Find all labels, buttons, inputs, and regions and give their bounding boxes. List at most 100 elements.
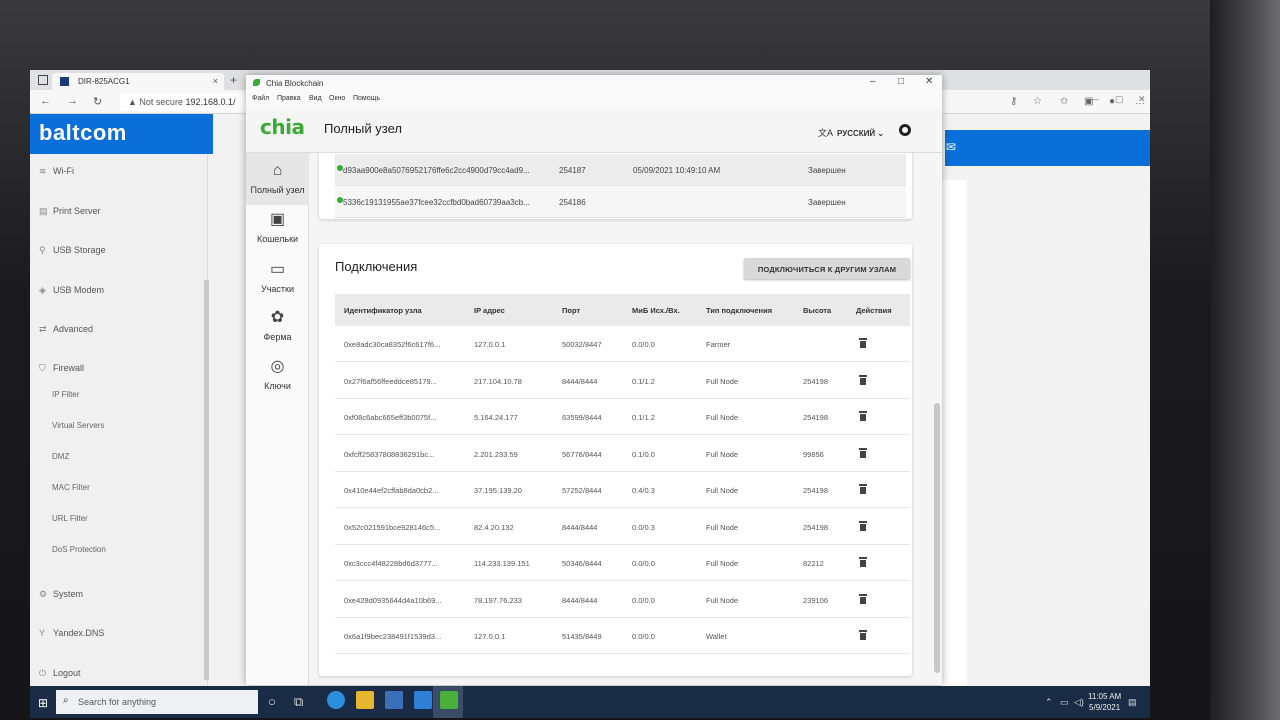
table-row[interactable]: 0xf08c6abc665eff3b0075f... 5.164.24.177 63… [335,399,910,435]
sidebar-item-print-server[interactable]: ▤ Print Server [30,206,208,216]
col-type[interactable]: Тип подключения [706,306,772,315]
volume-icon[interactable]: ◁) [1074,697,1084,708]
delete-icon[interactable] [859,520,867,531]
minimize-icon[interactable]: – [870,76,876,87]
forward-arrow-icon[interactable]: → [67,95,78,107]
table-row[interactable]: 0x410e44ef2cffab8da0cb2... 37.195.139.20 5… [335,472,910,508]
browser-tab[interactable]: DIR-825ACG1 × [52,73,224,90]
sidebar-item-usb-storage[interactable]: ⚲ USB Storage [30,245,208,255]
cell-height: 254198 [803,522,829,532]
menu-view[interactable]: Вид [309,95,322,102]
delete-icon[interactable] [859,630,867,640]
delete-icon[interactable] [859,593,867,604]
favorite-star-icon[interactable]: ☆ [1033,96,1042,107]
cell-ip-address: 217.104.10.78 [474,376,522,386]
sidebar-sub-dmz[interactable]: DMZ [52,452,69,461]
table-row[interactable]: 0xfcff25837808836291bc... 2.201.233.59 567… [335,436,910,472]
task-view-icon[interactable]: ⧉ [294,694,303,710]
sidebar-item-yandex-dns[interactable]: Y Yandex.DNS [30,628,208,638]
tab-actions-icon[interactable] [38,75,48,85]
taskbar-clock[interactable]: 11:05 AM 5/9/2021 [1088,691,1121,713]
block-row[interactable]: 5336c19131955ae37fcee32ccfbd0bad60739aa3… [335,186,906,218]
tray-chevron-icon[interactable]: ⌃ [1045,697,1053,708]
menu-edit[interactable]: Правка [277,95,301,102]
new-tab-icon[interactable]: + [230,73,237,87]
col-height[interactable]: Высота [803,306,831,315]
menu-help[interactable]: Помощь [353,95,380,102]
sidebar-item-system[interactable]: ⚙ System [30,589,208,599]
sidebar-item-firewall[interactable]: ⛉ Firewall [30,363,208,373]
dlink-favicon-icon [60,77,69,86]
chia-scrollbar[interactable] [934,403,940,673]
nav-keys[interactable]: ◎ Ключи [246,356,309,391]
back-arrow-icon[interactable]: ← [40,95,51,107]
modem-icon: ◈ [39,285,46,295]
edge-icon[interactable] [327,691,345,709]
maximize-icon[interactable]: ▢ [1115,94,1124,105]
sidebar-item-advanced[interactable]: ⇄ Advanced [30,324,208,334]
table-row[interactable]: 0xe428d0935644d4a10b69... 78.197.76.233 84… [335,582,910,618]
theme-toggle-icon[interactable] [899,124,911,136]
collections-icon[interactable]: ✩ [1060,96,1068,107]
col-ip[interactable]: IP адрес [474,306,505,315]
nav-plots[interactable]: ▭ Участки [246,259,309,294]
chia-app-icon[interactable] [440,691,458,709]
delete-icon[interactable] [859,374,867,385]
sidebar-item-usb-modem[interactable]: ◈ USB Modem [30,285,208,295]
menu-file[interactable]: Файл [252,95,269,102]
cell-port: 8444/8444 [562,522,598,532]
sidebar-sub-mac-filter[interactable]: MAC Filter [52,483,90,492]
maximize-icon[interactable]: □ [898,76,904,87]
col-node-id[interactable]: Идентификатор узла [344,306,422,315]
cell-ip-address: 127.0.0.1 [474,632,506,641]
store-icon[interactable] [385,691,403,709]
cell-node-id: 0xf08c6abc665eff3b0075f... [344,413,437,422]
delete-icon[interactable] [859,447,867,458]
mail-app-icon[interactable] [414,691,432,709]
notifications-icon[interactable]: ▤ [1128,697,1137,708]
file-explorer-icon[interactable] [356,691,374,709]
block-row[interactable]: d93aa900e8a5076952176ffe6c2cc4900d79cc4a… [335,154,906,186]
minimize-icon[interactable]: — [1090,94,1099,104]
delete-icon[interactable] [859,411,867,421]
connect-other-nodes-button[interactable]: ПОДКЛЮЧИТЬСЯ К ДРУГИМ УЗЛАМ [744,258,910,279]
key-icon[interactable]: ⚷ [1010,96,1017,107]
block-state: Завершен [808,166,846,175]
taskbar-search-input[interactable]: ⌕ Search for anything [56,690,258,714]
table-row[interactable]: 0xc3ccc4f48228bd6d3777... 114.233.139.151… [335,545,910,581]
table-row[interactable]: 0xe8adc30ca8352f6c617f6... 127.0.0.1 50032… [335,326,910,362]
delete-icon[interactable] [859,557,867,567]
windows-start-icon[interactable]: ⊞ [38,696,48,710]
network-icon[interactable]: ▭ [1060,697,1069,708]
close-tab-icon[interactable]: × [213,76,218,86]
chia-content: d93aa900e8a5076952176ffe6c2cc4900d79cc4a… [309,153,942,685]
nav-full-node[interactable]: ⌂ Полный узел [246,153,309,205]
reload-icon[interactable]: ↻ [93,95,102,108]
delete-icon[interactable] [859,338,867,348]
sidebar-sub-ip-filter[interactable]: IP Filter [52,390,79,399]
sidebar-sub-url-filter[interactable]: URL Filter [52,514,88,523]
table-row[interactable]: 0x27f6af56ffeeddce85179... 217.104.10.78 8… [335,363,910,399]
delete-icon[interactable] [859,484,867,494]
language-select[interactable]: 文A РУССКИЙ ⌄ [818,126,884,139]
nav-farm[interactable]: ✿ Ферма [246,307,309,342]
cortana-icon[interactable]: ○ [268,694,276,709]
col-port[interactable]: Порт [562,306,580,315]
url-input[interactable]: ▲ Not secure 192.168.0.1/ [120,93,260,111]
mail-icon[interactable]: ✉ [946,140,956,154]
table-row[interactable]: 0x6a1f9bec238491f1539d3... 127.0.0.1 51435… [335,618,910,654]
nav-wallets[interactable]: ▣ Кошельки [246,209,309,244]
cell-ip-address: 37.195.139.20 [474,486,522,495]
cell-height: 254198 [803,486,829,495]
col-mib[interactable]: МиБ Исх./Вх. [632,306,680,315]
close-window-icon[interactable]: ✕ [1138,94,1146,105]
background-wall [1210,0,1280,720]
menu-window[interactable]: Окно [329,95,345,102]
sidebar-item-wifi[interactable]: ≋ Wi-Fi [30,166,208,176]
close-icon[interactable]: ✕ [925,76,933,87]
sidebar-sub-virtual-servers[interactable]: Virtual Servers [52,421,104,430]
table-row[interactable]: 0x52c021591bce928146c5... 82.4.20.132 8444… [335,509,910,545]
sidebar-item-logout[interactable]: ⏻ Logout [30,668,208,678]
router-sidebar-scrollbar[interactable] [204,280,209,680]
sidebar-sub-dos-protection[interactable]: DoS Protection [52,545,106,554]
